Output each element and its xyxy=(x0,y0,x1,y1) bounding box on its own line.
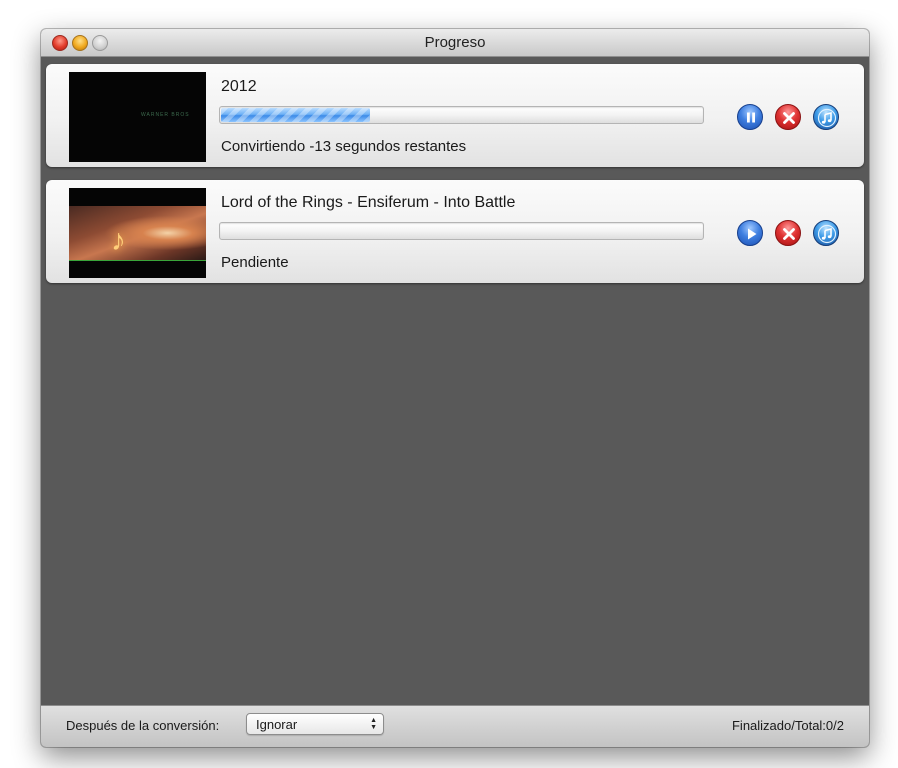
title-bar[interactable]: Progreso xyxy=(41,29,869,57)
music-note-glyph: ♪ xyxy=(111,224,126,257)
itunes-icon xyxy=(817,108,837,128)
conversion-item-1: WARNER BROS 2012 Convirtiendo -13 segund… xyxy=(46,64,864,167)
window-title: Progreso xyxy=(424,34,486,51)
video-thumbnail-2: ♪ xyxy=(69,188,206,278)
cancel-icon xyxy=(783,228,795,240)
thumbnail-artwork xyxy=(69,206,206,260)
item-title-1: 2012 xyxy=(221,78,257,95)
itunes-button-2[interactable] xyxy=(813,220,839,246)
conversion-item-2: ♪ Lord of the Rings - Ensiferum - Into B… xyxy=(46,180,864,283)
progress-bar-2 xyxy=(219,222,704,240)
progress-fill-1 xyxy=(221,108,371,122)
progress-bar-1 xyxy=(219,106,704,124)
cancel-button-2[interactable] xyxy=(775,220,801,246)
cancel-button-1[interactable] xyxy=(775,104,801,130)
item-status-1: Convirtiendo -13 segundos restantes xyxy=(221,138,467,155)
cancel-icon xyxy=(783,112,795,124)
after-conversion-value: Ignorar xyxy=(256,717,298,732)
itunes-button-1[interactable] xyxy=(813,104,839,130)
thumbnail-text: WARNER BROS xyxy=(141,112,190,118)
play-icon xyxy=(748,228,757,240)
item-title-2: Lord of the Rings - Ensiferum - Into Bat… xyxy=(221,194,516,211)
pause-icon xyxy=(747,112,755,123)
play-button[interactable] xyxy=(737,220,763,246)
finished-total-counter: Finalizado/Total:0/2 xyxy=(731,718,844,733)
select-arrows-icon: ▲ ▼ xyxy=(370,717,377,731)
pause-button[interactable] xyxy=(737,104,763,130)
item-status-2: Pendiente xyxy=(221,254,289,271)
after-conversion-label: Después de la conversión: xyxy=(66,718,220,733)
thumbnail-green-line xyxy=(69,260,206,261)
progress-window: Progreso WARNER BROS 2012 Convirtiendo -… xyxy=(41,29,869,747)
bottom-bar: Después de la conversión: Ignorar ▲ ▼ Fin… xyxy=(41,705,869,747)
itunes-icon xyxy=(817,224,837,244)
after-conversion-select[interactable]: Ignorar ▲ ▼ xyxy=(246,713,384,735)
video-thumbnail-1: WARNER BROS xyxy=(69,72,206,162)
